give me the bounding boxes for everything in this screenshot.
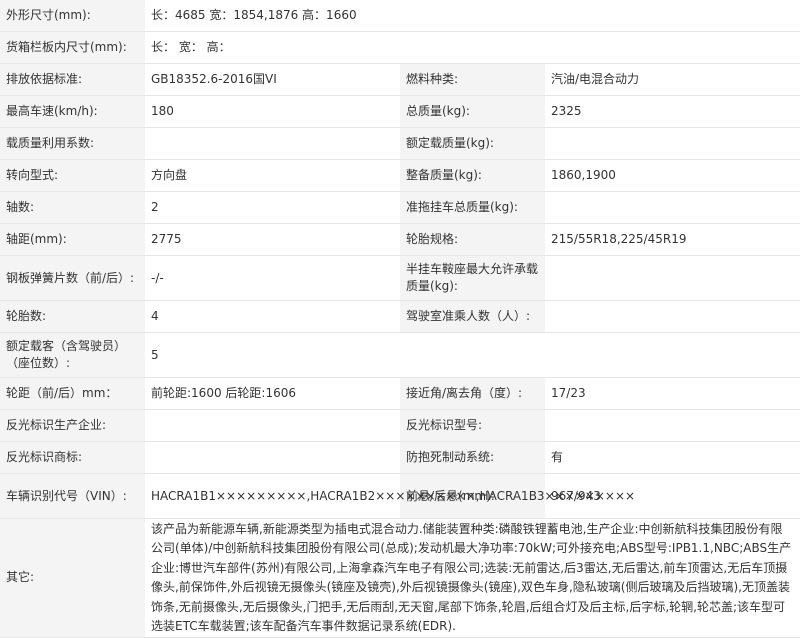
spec-label: 驾驶室准乘人数（人）:	[400, 300, 545, 333]
spec-label: 轴数:	[0, 191, 145, 224]
spec-label: 载质量利用系数:	[0, 127, 145, 160]
spec-value: 5	[145, 332, 800, 378]
spec-value: 汽油/电混合动力	[545, 63, 800, 96]
spec-label: 货箱栏板内尺寸(mm):	[0, 31, 145, 64]
spec-label: 半挂车鞍座最大允许承载质量(kg):	[400, 255, 545, 301]
spec-row: 反光标识商标: 防抱死制动系统: 有	[0, 441, 800, 474]
spec-value: 前轮距:1600 后轮距:1606	[145, 377, 400, 410]
spec-value: 215/55R18,225/45R19	[545, 223, 800, 256]
spec-row-other: 其它: 该产品为新能源车辆,新能源类型为插电式混合动力.储能装置种类:磷酸铁锂蓄…	[0, 518, 800, 638]
spec-label: 额定载客（含驾驶员）（座位数）:	[0, 332, 145, 378]
spec-row: 轴距(mm): 2775 轮胎规格: 215/55R18,225/45R19	[0, 223, 800, 256]
spec-value	[145, 127, 400, 160]
spec-value: -/-	[145, 255, 400, 301]
spec-label: 反光标识生产企业:	[0, 409, 145, 442]
spec-label: 反光标识型号:	[400, 409, 545, 442]
spec-value: 2325	[545, 95, 800, 128]
spec-value: 长：4685 宽：1854,1876 高：1660	[145, 0, 800, 32]
spec-label: 外形尺寸(mm):	[0, 0, 145, 32]
spec-value: GB18352.6-2016国VI	[145, 63, 400, 96]
spec-label: 防抱死制动系统:	[400, 441, 545, 474]
spec-value	[545, 255, 800, 301]
spec-label: 准拖挂车总质量(kg):	[400, 191, 545, 224]
spec-value: 2775	[145, 223, 400, 256]
spec-value	[545, 191, 800, 224]
spec-value: 17/23	[545, 377, 800, 410]
spec-value	[545, 127, 800, 160]
spec-label: 总质量(kg):	[400, 95, 545, 128]
spec-label: 整备质量(kg):	[400, 159, 545, 192]
spec-row: 车辆识别代号（VIN）: HACRA1B1×××××××××,HACRA1B2××…	[0, 473, 800, 519]
spec-label: 其它:	[0, 518, 145, 638]
spec-row: 载质量利用系数: 额定载质量(kg):	[0, 127, 800, 160]
spec-value	[545, 409, 800, 442]
spec-label: 车辆识别代号（VIN）:	[0, 473, 145, 519]
spec-row: 轮胎数: 4 驾驶室准乘人数（人）:	[0, 300, 800, 333]
spec-value: 有	[545, 441, 800, 474]
spec-value: 长： 宽： 高：	[145, 31, 800, 64]
spec-value: 方向盘	[145, 159, 400, 192]
spec-row: 最高车速(km/h): 180 总质量(kg): 2325	[0, 95, 800, 128]
spec-row: 外形尺寸(mm): 长：4685 宽：1854,1876 高：1660	[0, 0, 800, 32]
spec-value: 4	[145, 300, 400, 333]
spec-row: 轴数: 2 准拖挂车总质量(kg):	[0, 191, 800, 224]
spec-value-other: 该产品为新能源车辆,新能源类型为插电式混合动力.储能装置种类:磷酸铁锂蓄电池,生…	[145, 518, 800, 638]
spec-value: 180	[145, 95, 400, 128]
spec-value: HACRA1B1×××××××××,HACRA1B2××××××××××,HAC…	[145, 473, 635, 519]
spec-label: 轮胎规格:	[400, 223, 545, 256]
spec-label: 钢板弹簧片数（前/后）:	[0, 255, 145, 301]
spec-label: 接近角/离去角（度）:	[400, 377, 545, 410]
spec-label: 轮胎数:	[0, 300, 145, 333]
spec-row: 排放依据标准: GB18352.6-2016国VI 燃料种类: 汽油/电混合动力	[0, 63, 800, 96]
spec-label: 轴距(mm):	[0, 223, 145, 256]
spec-value	[145, 441, 400, 474]
spec-row: 轮距（前/后）mm： 前轮距:1600 后轮距:1606 接近角/离去角（度）: 17…	[0, 377, 800, 410]
spec-value	[545, 300, 800, 333]
vehicle-spec-table: 外形尺寸(mm): 长：4685 宽：1854,1876 高：1660 货箱栏板内尺…	[0, 0, 800, 638]
spec-row: 钢板弹簧片数（前/后）: -/- 半挂车鞍座最大允许承载质量(kg):	[0, 255, 800, 301]
spec-row: 货箱栏板内尺寸(mm): 长： 宽： 高：	[0, 31, 800, 64]
spec-label: 轮距（前/后）mm：	[0, 377, 145, 410]
spec-row: 转向型式: 方向盘 整备质量(kg): 1860,1900	[0, 159, 800, 192]
spec-row: 额定载客（含驾驶员）（座位数）: 5	[0, 332, 800, 378]
spec-label: 反光标识商标:	[0, 441, 145, 474]
spec-label: 燃料种类:	[400, 63, 545, 96]
spec-value: 1860,1900	[545, 159, 800, 192]
spec-value: 967/943	[545, 473, 800, 519]
spec-label: 最高车速(km/h):	[0, 95, 145, 128]
spec-row: 反光标识生产企业: 反光标识型号:	[0, 409, 800, 442]
spec-label: 转向型式:	[0, 159, 145, 192]
spec-label: 额定载质量(kg):	[400, 127, 545, 160]
spec-value	[145, 409, 400, 442]
spec-value: 2	[145, 191, 400, 224]
spec-label: 排放依据标准:	[0, 63, 145, 96]
